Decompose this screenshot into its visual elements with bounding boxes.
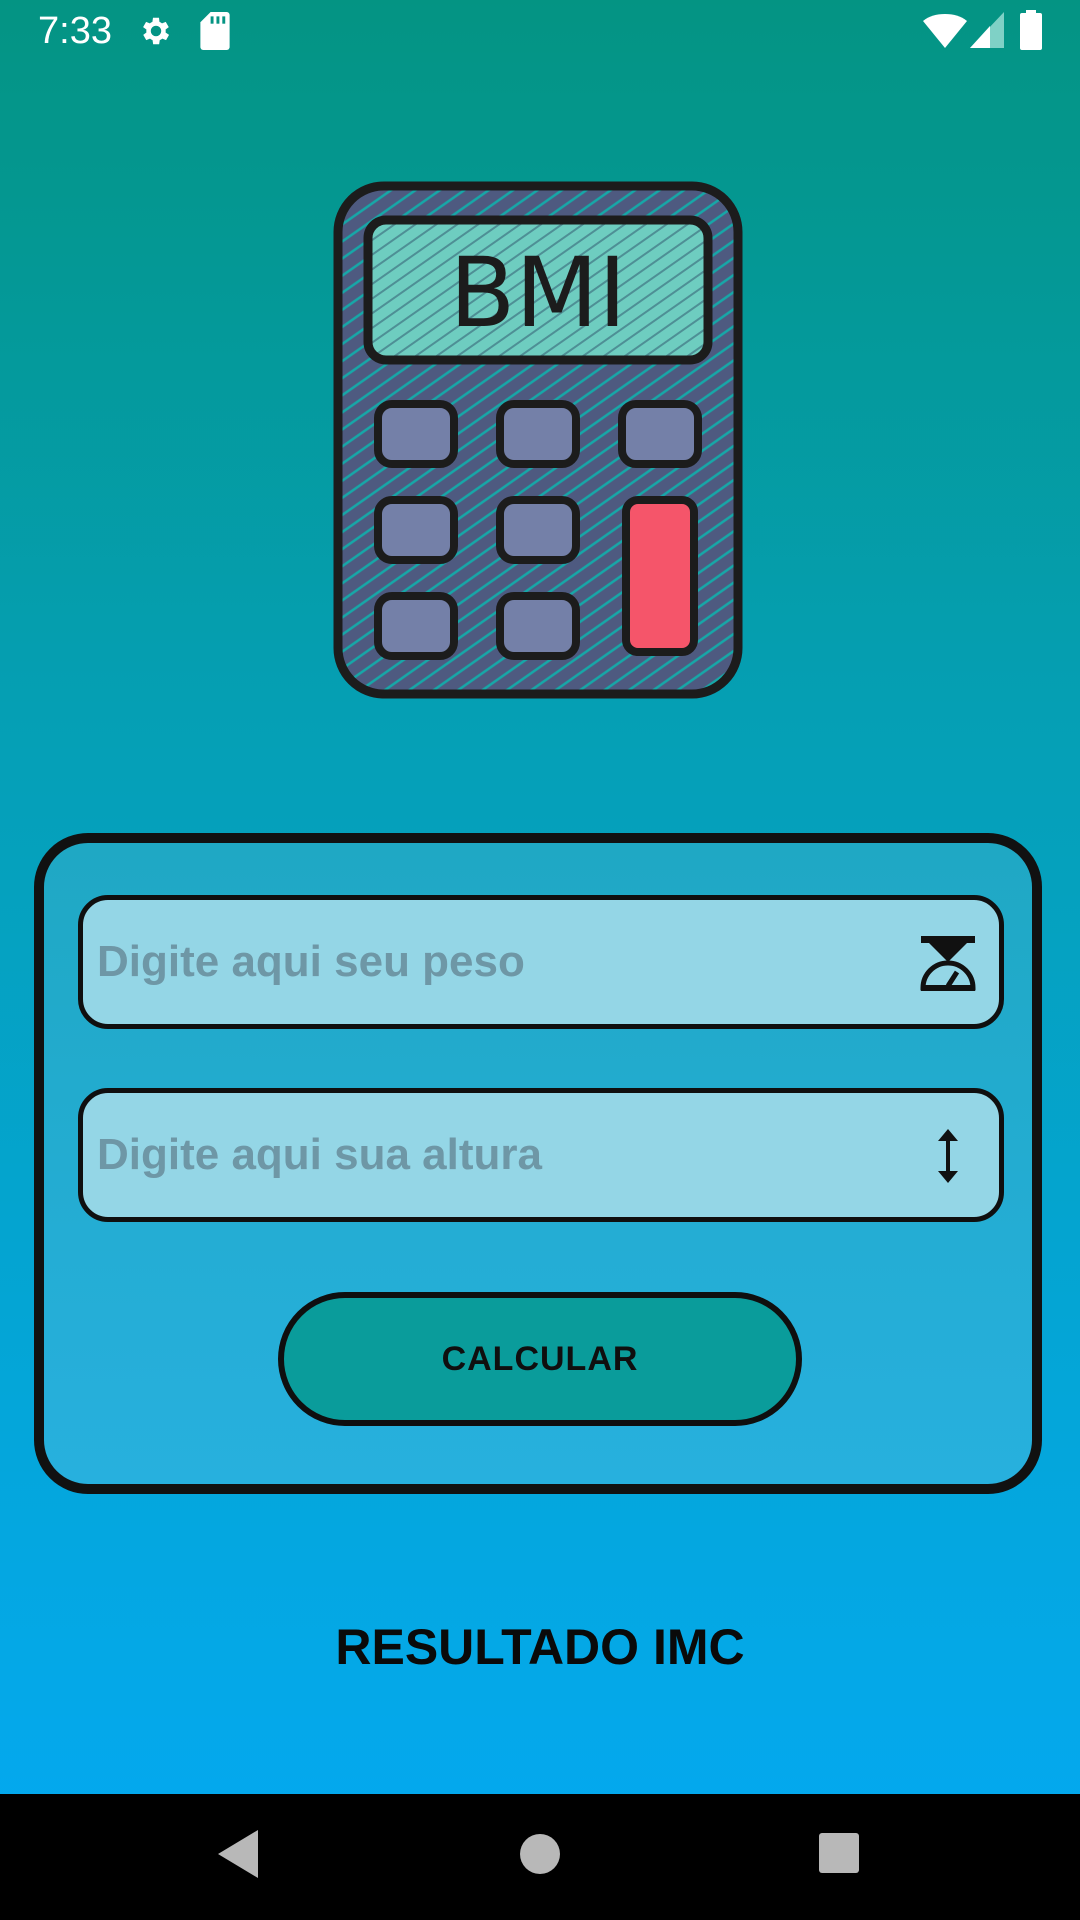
- navigation-bar: [0, 1794, 1080, 1920]
- home-icon[interactable]: [518, 1832, 562, 1876]
- status-bar: 7:33: [0, 0, 1080, 63]
- sd-card-icon: [200, 12, 230, 50]
- calculate-button[interactable]: CALCULAR: [278, 1292, 802, 1426]
- wifi-icon: [923, 14, 967, 48]
- logo-text: BMI: [450, 237, 627, 349]
- weight-input[interactable]: [97, 900, 877, 1024]
- height-field[interactable]: [78, 1088, 1004, 1222]
- signal-icon: [970, 12, 1004, 48]
- height-input[interactable]: [97, 1093, 877, 1217]
- back-icon[interactable]: [216, 1828, 260, 1880]
- battery-icon: [1020, 10, 1042, 50]
- status-time: 7:33: [38, 10, 112, 52]
- bmi-calculator-logo: BMI: [333, 181, 743, 699]
- scale-icon: [920, 936, 976, 991]
- gear-icon: [143, 17, 170, 45]
- vertical-arrows-icon: [938, 1129, 958, 1183]
- result-label: RESULTADO IMC: [335, 1619, 745, 1675]
- weight-field[interactable]: [78, 895, 1004, 1029]
- recents-icon[interactable]: [818, 1832, 860, 1874]
